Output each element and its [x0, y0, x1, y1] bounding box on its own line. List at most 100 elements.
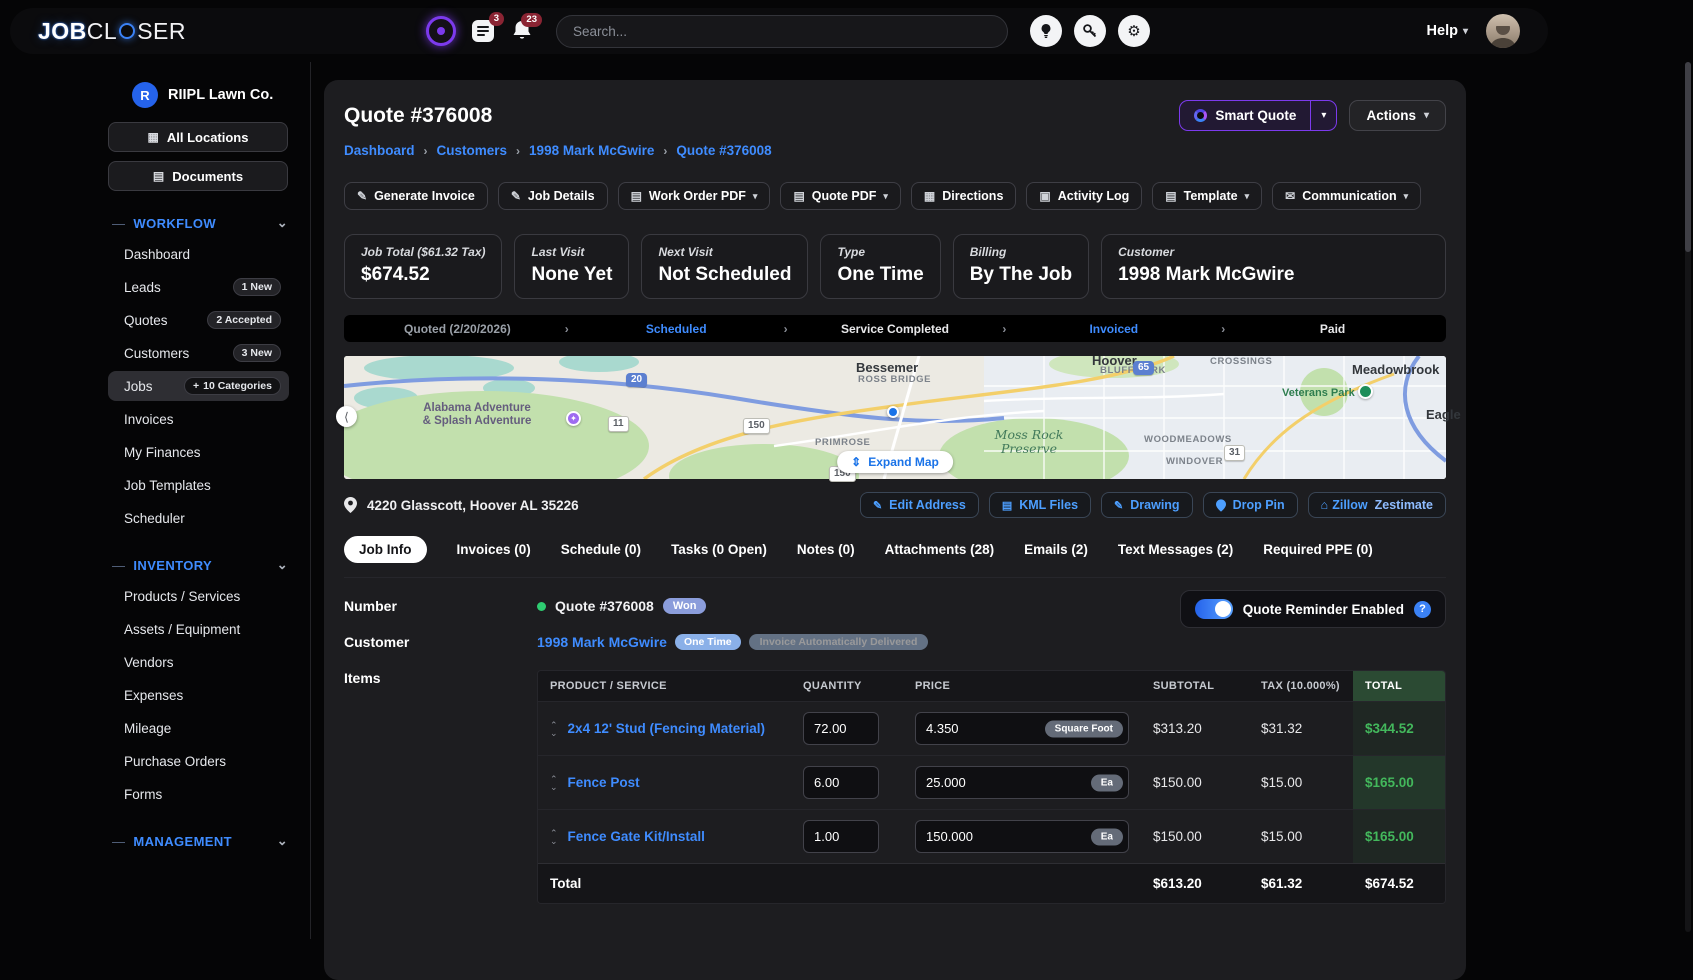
stat-next-visit: Next VisitNot Scheduled	[641, 234, 808, 299]
activity-log-button[interactable]: ▣Activity Log	[1026, 182, 1142, 210]
section-inventory[interactable]: — INVENTORY ⌄	[112, 557, 288, 573]
quote-reminder-toggle[interactable]	[1195, 599, 1233, 619]
app-logo[interactable]: JOBCLOSER	[38, 18, 186, 45]
quote-pdf-button[interactable]: ▤Quote PDF▾	[780, 182, 900, 210]
product-link[interactable]: Fence Post	[568, 775, 640, 790]
sidebar-item-invoices[interactable]: Invoices	[108, 404, 289, 434]
access-keys-button[interactable]	[1074, 15, 1106, 47]
zillow-zestimate-button[interactable]: ⌂Zillow Zestimate	[1308, 492, 1446, 518]
sidebar-item-mileage[interactable]: Mileage	[108, 713, 289, 743]
sidebar-item-products-services[interactable]: Products / Services	[108, 581, 289, 611]
help-question-icon[interactable]: ?	[1414, 601, 1431, 618]
locations-icon: ▦	[148, 130, 159, 144]
tab-invoices[interactable]: Invoices (0)	[457, 542, 531, 557]
scrollbar-thumb[interactable]	[1685, 62, 1691, 252]
quantity-input[interactable]	[803, 766, 879, 799]
map[interactable]: Bessemer ROSS BRIDGE BLUFF PARK Hoover C…	[344, 356, 1446, 479]
reorder-handle[interactable]: ⌃⌄	[550, 775, 558, 791]
pipeline-quoted[interactable]: Quoted (2/20/2026)	[350, 322, 565, 336]
quantity-input[interactable]	[803, 712, 879, 745]
table-row: ⌃⌄ Fence Gate Kit/Install Ea $150.00 $15…	[538, 809, 1445, 863]
page-scrollbar[interactable]	[1685, 62, 1691, 932]
quantity-input[interactable]	[803, 820, 879, 853]
sidebar-item-vendors[interactable]: Vendors	[108, 647, 289, 677]
smart-quote-dropdown[interactable]: ▾	[1310, 101, 1336, 130]
company-row[interactable]: R RIIPL Lawn Co.	[132, 82, 310, 108]
ideas-button[interactable]	[1030, 15, 1062, 47]
breadcrumb-dashboard[interactable]: Dashboard	[344, 143, 415, 158]
zestimate-label: Zestimate	[1375, 498, 1433, 512]
breadcrumb-quote[interactable]: Quote #376008	[676, 143, 771, 158]
sidebar-item-scheduler[interactable]: Scheduler	[108, 503, 289, 533]
tab-tasks[interactable]: Tasks (0 Open)	[671, 542, 767, 557]
communication-icon: ✉	[1285, 189, 1295, 203]
sidebar-item-job-templates[interactable]: Job Templates	[108, 470, 289, 500]
documents-button[interactable]: ▤ Documents	[108, 161, 288, 191]
subtotal-value: $150.00	[1141, 765, 1249, 800]
help-menu[interactable]: Help ▾	[1427, 23, 1468, 39]
edit-address-button[interactable]: ✎Edit Address	[860, 492, 979, 518]
tab-emails[interactable]: Emails (2)	[1024, 542, 1088, 557]
table-row: ⌃⌄ Fence Post Ea $150.00 $15.00 $165.00	[538, 755, 1445, 809]
sidebar-item-leads[interactable]: Leads1 New	[108, 272, 289, 302]
smart-quote-button[interactable]: Smart Quote ▾	[1179, 100, 1337, 131]
tab-job-info[interactable]: Job Info	[344, 536, 427, 563]
notifications-button[interactable]: 23	[510, 19, 534, 43]
button-label: Job Details	[528, 189, 595, 203]
plus-icon: +	[193, 380, 199, 392]
kml-files-button[interactable]: ▤KML Files	[989, 492, 1091, 518]
document-icon: ▤	[631, 189, 642, 203]
section-workflow[interactable]: — WORKFLOW ⌄	[112, 215, 288, 231]
breadcrumb-customer[interactable]: 1998 Mark McGwire	[529, 143, 654, 158]
sidebar-item-my-finances[interactable]: My Finances	[108, 437, 289, 467]
item-label: Job Templates	[124, 478, 211, 493]
pipeline-scheduled[interactable]: Scheduled	[569, 322, 784, 336]
generate-invoice-button[interactable]: ✎Generate Invoice	[344, 182, 488, 210]
job-location-marker[interactable]	[887, 406, 899, 418]
user-avatar[interactable]	[1486, 14, 1520, 48]
reorder-handle[interactable]: ⌃⌄	[550, 721, 558, 737]
tab-notes[interactable]: Notes (0)	[797, 542, 855, 557]
search-input[interactable]	[556, 15, 1008, 48]
work-order-pdf-button[interactable]: ▤Work Order PDF▾	[618, 182, 771, 210]
sidebar-item-expenses[interactable]: Expenses	[108, 680, 289, 710]
settings-button[interactable]: ⚙	[1118, 15, 1150, 47]
quote-number-value: Quote #376008	[555, 598, 654, 614]
pipeline-service-completed[interactable]: Service Completed	[788, 322, 1003, 336]
tab-attachments[interactable]: Attachments (28)	[885, 542, 995, 557]
stat-cards: Job Total ($61.32 Tax)$674.52 Last Visit…	[344, 234, 1446, 299]
all-locations-button[interactable]: ▦ All Locations	[108, 122, 288, 152]
job-details-button[interactable]: ✎Job Details	[498, 182, 608, 210]
sidebar-item-forms[interactable]: Forms	[108, 779, 289, 809]
breadcrumb-customers[interactable]: Customers	[437, 143, 508, 158]
sidebar-item-jobs[interactable]: Jobs+10 Categories	[108, 371, 289, 401]
sidebar-item-assets-equipment[interactable]: Assets / Equipment	[108, 614, 289, 644]
product-link[interactable]: 2x4 12' Stud (Fencing Material)	[568, 721, 766, 736]
sidebar-item-quotes[interactable]: Quotes2 Accepted	[108, 305, 289, 335]
status-ring-icon[interactable]	[426, 16, 456, 46]
tab-schedule[interactable]: Schedule (0)	[561, 542, 641, 557]
logo-text-bold: JOB	[38, 18, 87, 45]
drawing-button[interactable]: ✎Drawing	[1101, 492, 1193, 518]
sidebar: R RIIPL Lawn Co. ▦ All Locations ▤ Docum…	[0, 62, 311, 939]
sidebar-item-customers[interactable]: Customers3 New	[108, 338, 289, 368]
map-collapse-button[interactable]: ⟨	[336, 406, 357, 427]
tab-text-messages[interactable]: Text Messages (2)	[1118, 542, 1233, 557]
template-button[interactable]: ▤Template▾	[1152, 182, 1262, 210]
section-management[interactable]: — MANAGEMENT ⌄	[112, 833, 288, 849]
pipeline-paid[interactable]: Paid	[1225, 322, 1440, 336]
sidebar-item-dashboard[interactable]: Dashboard	[108, 239, 289, 269]
customer-link[interactable]: 1998 Mark McGwire	[537, 634, 667, 650]
reorder-handle[interactable]: ⌃⌄	[550, 829, 558, 845]
product-link[interactable]: Fence Gate Kit/Install	[568, 829, 705, 844]
actions-button[interactable]: Actions ▾	[1349, 100, 1446, 131]
queue-button[interactable]: 3	[470, 18, 496, 44]
communication-button[interactable]: ✉Communication▾	[1272, 182, 1421, 210]
expand-map-button[interactable]: ⇕ Expand Map	[837, 451, 953, 473]
tab-required-ppe[interactable]: Required PPE (0)	[1263, 542, 1373, 557]
directions-button[interactable]: ▦Directions	[911, 182, 1016, 210]
pipeline-invoiced[interactable]: Invoiced	[1006, 322, 1221, 336]
drop-pin-button[interactable]: Drop Pin	[1203, 492, 1298, 518]
item-label: My Finances	[124, 445, 201, 460]
sidebar-item-purchase-orders[interactable]: Purchase Orders	[108, 746, 289, 776]
